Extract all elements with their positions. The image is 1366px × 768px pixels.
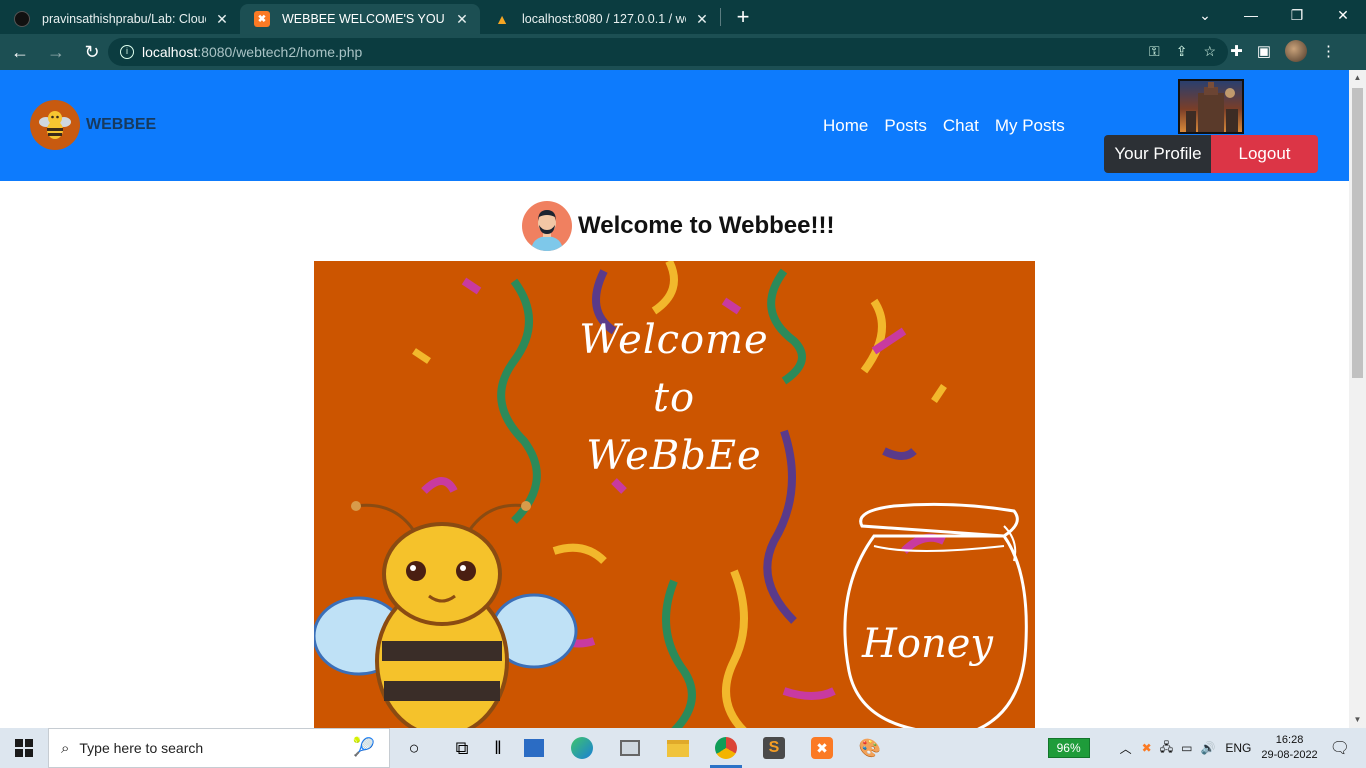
search-icon: ⌕ — [61, 739, 70, 757]
xampp-tray-icon[interactable]: ✖ — [1142, 741, 1152, 755]
microsoft-store-icon[interactable] — [510, 728, 558, 768]
clock[interactable]: 16:28 29-08-2022 — [1261, 733, 1317, 763]
reload-icon[interactable]: ↻ — [76, 36, 108, 68]
site-navbar: WEBBEE Home Posts Chat My Posts Your Pro… — [0, 70, 1349, 181]
browser-tab-github[interactable]: pravinsathishprabu/Lab: Cloud Co ✕ — [0, 4, 240, 34]
share-icon[interactable]: ⇪ — [1176, 43, 1188, 60]
windows-start-icon[interactable] — [0, 728, 48, 768]
scroll-down-icon[interactable]: ▼ — [1349, 712, 1366, 728]
window-controls: ⌄ — ❐ ✕ — [1182, 0, 1366, 30]
tab-title: localhost:8080 / 127.0.0.1 / webp — [522, 12, 686, 26]
browser-tab-webbee[interactable]: ✖ WEBBEE WELCOME'S YOU ✕ — [240, 4, 480, 34]
tab-title: pravinsathishprabu/Lab: Cloud Co — [42, 12, 206, 26]
close-window-icon[interactable]: ✕ — [1320, 0, 1366, 30]
browser-extensions: ✚ ▣ ⋮ — [1230, 40, 1336, 62]
browser-tab-phpmyadmin[interactable]: ▲ localhost:8080 / 127.0.0.1 / webp ✕ — [480, 4, 720, 34]
clock-time: 16:28 — [1275, 734, 1304, 746]
cortana-icon[interactable]: ○ — [390, 728, 438, 768]
main-nav: Home Posts Chat My Posts — [823, 116, 1065, 136]
show-hidden-icons-icon[interactable]: ︿ — [1120, 740, 1132, 757]
welcome-header: Welcome to Webbee!!! — [522, 201, 834, 251]
omnibox-actions: ⚿ ⇪ ☆ — [1149, 43, 1216, 60]
notifications-icon[interactable]: 🗨 — [1330, 738, 1350, 758]
restore-icon[interactable]: ❐ — [1274, 0, 1320, 30]
network-icon[interactable]: 🖧 — [1160, 738, 1173, 759]
taskbar-search-input[interactable]: ⌕ Type here to search 🎾 — [48, 728, 390, 768]
bee-logo-icon — [30, 100, 80, 150]
nav-posts-link[interactable]: Posts — [884, 116, 927, 136]
volume-icon[interactable]: 🔊 — [1200, 741, 1215, 755]
github-icon — [14, 11, 30, 27]
welcome-heading: Welcome to Webbee!!! — [578, 212, 835, 239]
minimize-icon[interactable]: — — [1228, 0, 1274, 30]
honey-jar-label: Honey — [862, 621, 993, 667]
xampp-icon: ✖ — [254, 11, 270, 27]
phpmyadmin-icon: ▲ — [495, 11, 509, 27]
side-panel-icon[interactable]: ▣ — [1257, 42, 1271, 60]
edge-icon[interactable] — [558, 728, 606, 768]
browser-toolbar: ← → ↻ i localhost:8080/webtech2/home.php… — [0, 34, 1366, 70]
battery-icon[interactable]: ▭ — [1181, 741, 1192, 755]
search-highlight-icon: 🎾 — [352, 737, 375, 757]
site-info-icon[interactable]: i — [120, 45, 134, 59]
taskbar-divider-icon: ‖ — [494, 737, 502, 758]
photos-icon[interactable] — [606, 728, 654, 768]
banner-line: WeBbEe — [586, 433, 762, 479]
profile-thumbnail[interactable] — [1178, 79, 1244, 134]
browser-tab-strip: pravinsathishprabu/Lab: Cloud Co ✕ ✖ WEB… — [0, 0, 1366, 34]
url-host: localhost — [142, 44, 198, 60]
brand-name: WEBBEE — [86, 116, 157, 133]
new-tab-icon[interactable]: + — [729, 4, 757, 30]
brand[interactable]: WEBBEE — [30, 100, 156, 150]
scroll-up-icon[interactable]: ▲ — [1349, 70, 1366, 86]
sublime-text-icon[interactable]: S — [750, 728, 798, 768]
address-bar[interactable]: i localhost:8080/webtech2/home.php ⚿ ⇪ ☆ — [108, 38, 1228, 66]
close-tab-icon[interactable]: ✕ — [694, 11, 710, 27]
nav-home-link[interactable]: Home — [823, 116, 868, 136]
paint-icon[interactable]: 🎨 — [846, 728, 894, 768]
url-path: :8080/webtech2/home.php — [197, 44, 363, 60]
page-viewport: WEBBEE Home Posts Chat My Posts Your Pro… — [0, 70, 1366, 728]
system-tray: 96% ︿ ✖ 🖧 ▭ 🔊 ENG 16:28 29-08-2022 🗨 — [1047, 728, 1366, 768]
tab-separator — [720, 8, 721, 26]
nav-my-posts-link[interactable]: My Posts — [995, 116, 1065, 136]
windows-taskbar: ⌕ Type here to search 🎾 ○ ⧉ ‖ S ✖ 🎨 96% … — [0, 728, 1366, 768]
language-indicator[interactable]: ENG — [1225, 741, 1251, 755]
nav-chat-link[interactable]: Chat — [943, 116, 979, 136]
search-placeholder: Type here to search — [79, 740, 204, 756]
extensions-icon[interactable]: ✚ — [1230, 42, 1243, 60]
close-tab-icon[interactable]: ✕ — [214, 11, 230, 27]
tab-search-icon[interactable]: ⌄ — [1182, 0, 1228, 30]
page-scrollbar[interactable]: ▲ ▼ — [1349, 70, 1366, 728]
browser-profile-avatar[interactable] — [1285, 40, 1307, 62]
close-tab-icon[interactable]: ✕ — [454, 11, 470, 27]
battery-level[interactable]: 96% — [1047, 738, 1090, 758]
key-icon[interactable]: ⚿ — [1149, 43, 1160, 60]
clock-date: 29-08-2022 — [1261, 749, 1318, 761]
file-explorer-icon[interactable] — [654, 728, 702, 768]
forward-icon[interactable]: → — [40, 36, 72, 68]
banner-welcome-text: Welcome to WeBbEe — [544, 311, 804, 485]
tab-title: WEBBEE WELCOME'S YOU — [282, 12, 445, 26]
user-avatar — [522, 201, 572, 251]
banner-line: Welcome — [579, 317, 769, 363]
banner-line: to — [652, 375, 696, 421]
scrollbar-thumb[interactable] — [1352, 88, 1363, 378]
logout-button[interactable]: Logout — [1211, 135, 1318, 173]
xampp-taskbar-icon[interactable]: ✖ — [798, 728, 846, 768]
chrome-icon[interactable] — [702, 728, 750, 768]
task-view-icon[interactable]: ⧉ — [438, 728, 486, 768]
your-profile-button[interactable]: Your Profile — [1104, 135, 1212, 173]
back-icon[interactable]: ← — [4, 36, 36, 68]
bookmark-star-icon[interactable]: ☆ — [1203, 43, 1216, 60]
welcome-banner-image: Welcome to WeBbEe Honey — [314, 261, 1035, 728]
menu-icon[interactable]: ⋮ — [1321, 42, 1336, 60]
